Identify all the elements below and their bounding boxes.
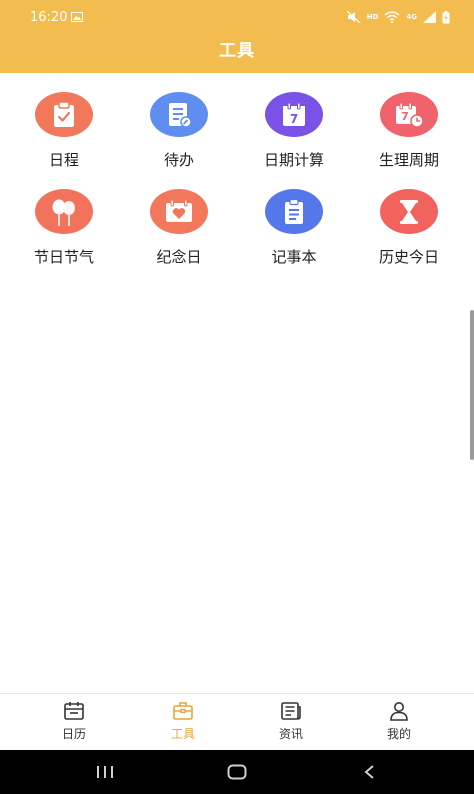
tool-label: 待办: [163, 151, 194, 169]
app-header: 16:20 HD 4G 工具: [0, 0, 474, 73]
tab-tools[interactable]: 工具: [143, 700, 223, 742]
tool-label: 历史今日: [378, 248, 439, 266]
scrollbar-handle[interactable]: [470, 310, 474, 460]
tool-festivals[interactable]: 节日节气: [14, 189, 114, 267]
tool-notepad[interactable]: 记事本: [244, 189, 344, 267]
status-bar: 16:20 HD 4G: [0, 0, 474, 34]
tool-schedule[interactable]: 日程: [14, 92, 114, 170]
calendar-clock-icon: 7: [380, 92, 438, 137]
tool-label: 节日节气: [33, 248, 94, 266]
home-icon[interactable]: [227, 764, 247, 780]
tab-label: 资讯: [278, 727, 303, 741]
balloons-icon: [35, 189, 93, 234]
network-badge: 4G: [406, 13, 417, 21]
tab-label: 工具: [170, 727, 195, 741]
tool-date-calc[interactable]: 7 日期计算: [244, 92, 344, 170]
status-time: 16:20: [30, 10, 68, 25]
tool-label: 生理周期: [378, 151, 439, 169]
hd-badge: HD: [366, 13, 379, 21]
newspaper-icon: [251, 700, 331, 722]
battery-icon: [442, 10, 450, 23]
notepad-icon: [265, 189, 323, 234]
svg-text:7: 7: [290, 112, 298, 126]
recent-apps-icon[interactable]: [96, 765, 114, 779]
clipboard-check-icon: [35, 92, 93, 137]
bottom-tab-bar: 日历 工具 资讯 我的: [0, 693, 474, 751]
calendar-7-icon: 7: [265, 92, 323, 137]
tool-anniversary[interactable]: 纪念日: [129, 189, 229, 267]
signal-icon: [423, 11, 436, 23]
page-title: 工具: [219, 41, 255, 61]
tool-label: 记事本: [271, 248, 317, 266]
back-icon[interactable]: [362, 764, 376, 780]
heart-calendar-icon: [150, 189, 208, 234]
tool-label: 日期计算: [263, 151, 324, 169]
tool-history-today[interactable]: 历史今日: [359, 189, 459, 267]
tab-mine[interactable]: 我的: [359, 700, 439, 742]
tool-label: 纪念日: [156, 248, 202, 266]
user-icon: [359, 700, 439, 722]
mute-icon: [346, 11, 361, 23]
calendar-icon: [34, 700, 114, 722]
tab-news[interactable]: 资讯: [251, 700, 331, 742]
hourglass-icon: [380, 189, 438, 234]
note-edit-icon: [150, 92, 208, 137]
tool-todo[interactable]: 待办: [129, 92, 229, 170]
wifi-icon: [384, 11, 400, 23]
status-icons: HD 4G: [346, 10, 450, 24]
tool-label: 日程: [48, 151, 79, 169]
image-notification-icon: [71, 12, 83, 22]
tab-calendar[interactable]: 日历: [34, 700, 114, 742]
system-nav-bar: [0, 750, 474, 794]
tab-label: 我的: [386, 727, 411, 741]
svg-text:7: 7: [401, 110, 409, 123]
tool-period[interactable]: 7 生理周期: [359, 92, 459, 170]
toolbox-icon: [143, 700, 223, 722]
tab-label: 日历: [61, 727, 86, 741]
